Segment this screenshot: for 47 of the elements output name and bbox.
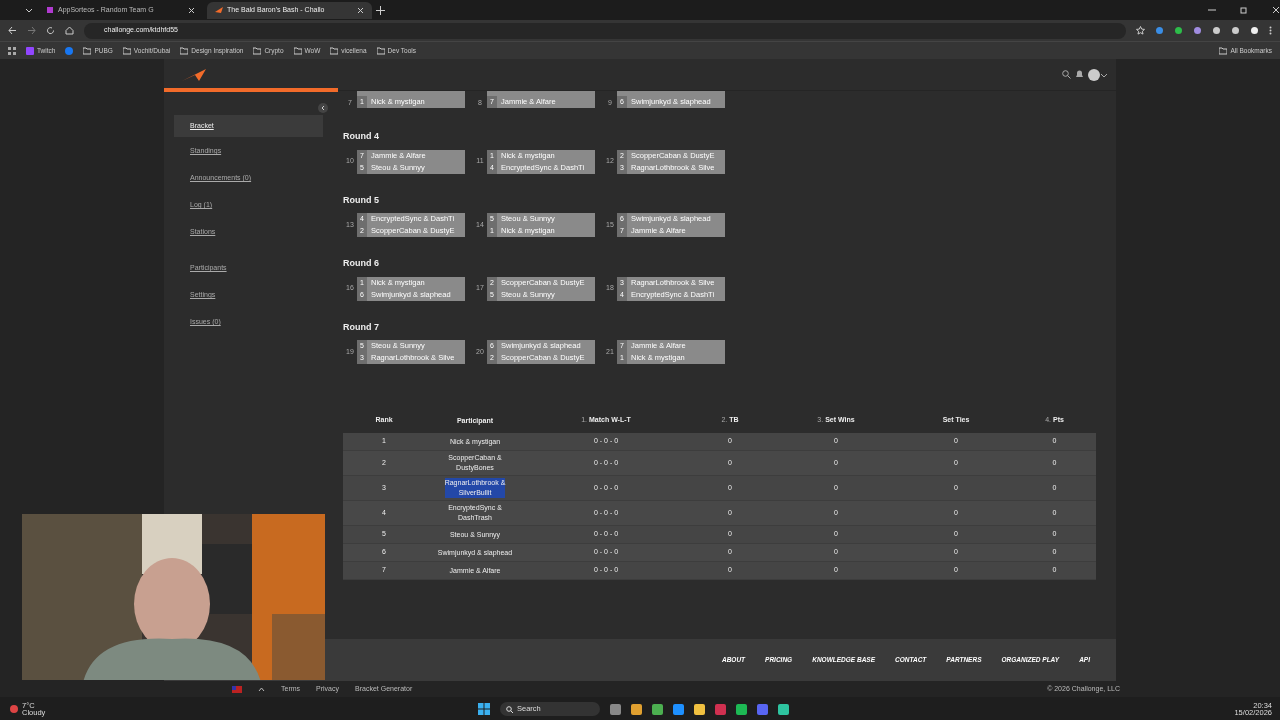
app-icon[interactable] (673, 703, 684, 715)
app-icon[interactable] (694, 703, 705, 715)
apps-icon[interactable] (8, 46, 16, 55)
folder-icon (180, 46, 189, 55)
round-title: Round 7 (343, 320, 380, 334)
close-icon[interactable] (1272, 6, 1280, 14)
avatar-icon[interactable] (1088, 68, 1100, 81)
minimize-icon[interactable] (1208, 6, 1216, 14)
folder-icon (376, 46, 385, 55)
app-icon[interactable] (631, 703, 642, 715)
twitch-icon (26, 46, 34, 55)
flag-icon (232, 685, 242, 693)
start-icon[interactable] (478, 703, 490, 715)
cube-icon (46, 6, 54, 14)
close-icon[interactable] (188, 6, 195, 14)
home-icon[interactable] (65, 26, 74, 35)
reload-icon[interactable] (46, 26, 55, 35)
app-icon[interactable] (610, 703, 621, 715)
search-icon (506, 705, 513, 713)
star-icon[interactable] (1136, 26, 1145, 35)
folder-icon (1219, 46, 1228, 55)
folder-icon (293, 46, 302, 55)
more-icon[interactable] (1269, 26, 1272, 35)
forward-icon[interactable] (27, 26, 36, 35)
search-icon[interactable] (1062, 70, 1071, 79)
folder-icon (122, 46, 131, 55)
app-icon[interactable] (778, 703, 789, 715)
folder-icon (330, 46, 339, 55)
weather-icon (8, 704, 20, 714)
avatar-icon[interactable] (1250, 26, 1259, 35)
restore-icon[interactable] (1240, 6, 1248, 14)
flame-icon (215, 6, 223, 14)
folder-icon (253, 46, 262, 55)
new-tab-icon[interactable] (376, 5, 385, 15)
back-icon[interactable] (8, 26, 17, 35)
collapse-icon[interactable] (318, 103, 328, 113)
folder-icon (83, 46, 92, 55)
round-title: Round 4 (343, 130, 380, 143)
app-icon[interactable] (736, 703, 747, 715)
app-icon[interactable] (652, 703, 663, 715)
caret-up-icon[interactable] (258, 685, 265, 693)
bell-icon[interactable] (1075, 70, 1084, 79)
circle-icon[interactable] (1174, 26, 1183, 35)
close-icon[interactable] (357, 6, 364, 14)
facebook-icon[interactable] (65, 46, 74, 55)
round-title: Round 6 (343, 257, 380, 270)
round-title: Round 5 (343, 193, 380, 207)
